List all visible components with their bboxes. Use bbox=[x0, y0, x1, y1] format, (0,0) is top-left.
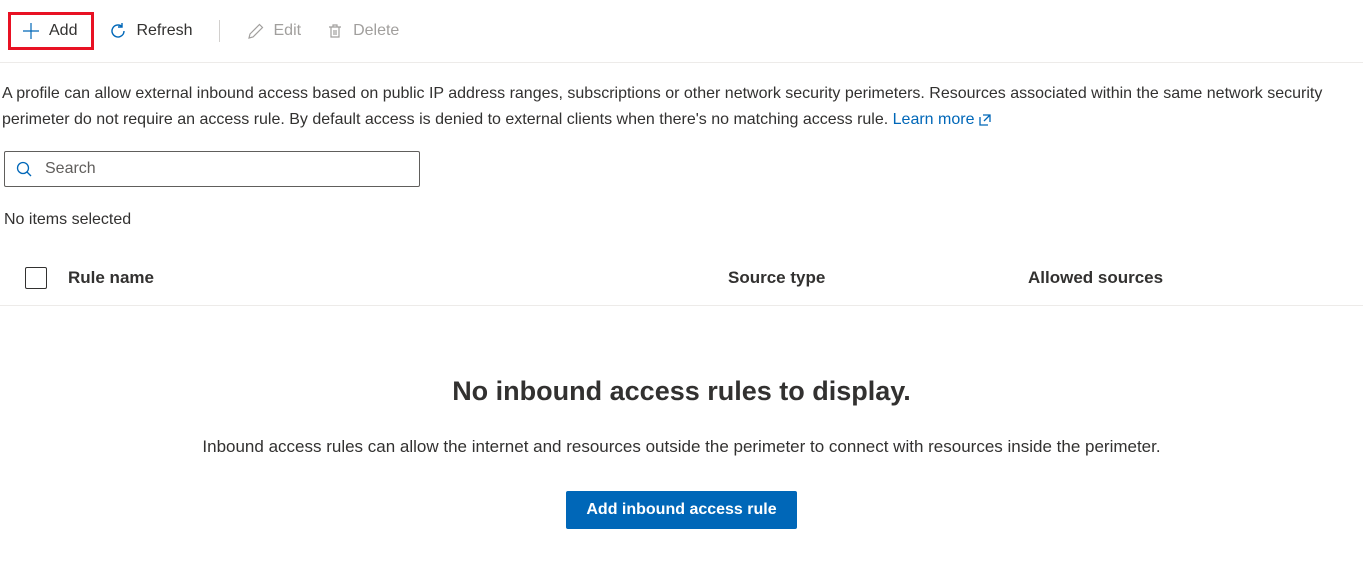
add-button[interactable]: Add bbox=[11, 15, 87, 47]
empty-state: No inbound access rules to display. Inbo… bbox=[0, 306, 1363, 549]
description-text: A profile can allow external inbound acc… bbox=[0, 63, 1363, 133]
refresh-button[interactable]: Refresh bbox=[98, 15, 202, 47]
refresh-icon bbox=[108, 21, 128, 41]
external-link-icon bbox=[978, 113, 992, 127]
selection-status: No items selected bbox=[0, 187, 1363, 229]
select-all-checkbox[interactable] bbox=[25, 267, 47, 289]
delete-label: Delete bbox=[353, 22, 399, 40]
column-source-type[interactable]: Source type bbox=[728, 268, 1028, 288]
rules-table: Rule name Source type Allowed sources No… bbox=[0, 257, 1363, 549]
search-input[interactable] bbox=[45, 160, 409, 178]
refresh-label: Refresh bbox=[136, 22, 192, 40]
delete-button[interactable]: Delete bbox=[315, 15, 409, 47]
learn-more-label: Learn more bbox=[893, 107, 975, 133]
select-all-cell bbox=[4, 267, 68, 289]
search-container bbox=[0, 133, 1363, 187]
search-box[interactable] bbox=[4, 151, 420, 187]
toolbar: Add Refresh Edit Delete bbox=[0, 0, 1363, 63]
column-rule-name[interactable]: Rule name bbox=[68, 268, 728, 288]
edit-label: Edit bbox=[274, 22, 302, 40]
empty-state-title: No inbound access rules to display. bbox=[20, 376, 1343, 407]
empty-state-subtitle: Inbound access rules can allow the inter… bbox=[20, 437, 1343, 457]
trash-icon bbox=[325, 21, 345, 41]
pencil-icon bbox=[246, 21, 266, 41]
column-allowed-sources[interactable]: Allowed sources bbox=[1028, 268, 1359, 288]
learn-more-link[interactable]: Learn more bbox=[893, 107, 993, 133]
table-header-row: Rule name Source type Allowed sources bbox=[0, 257, 1363, 306]
plus-icon bbox=[21, 21, 41, 41]
add-highlight-box: Add bbox=[8, 12, 94, 50]
add-inbound-rule-button[interactable]: Add inbound access rule bbox=[566, 491, 796, 529]
add-label: Add bbox=[49, 22, 77, 40]
toolbar-separator bbox=[219, 20, 220, 42]
description-body: A profile can allow external inbound acc… bbox=[2, 85, 1322, 128]
search-icon bbox=[15, 160, 33, 178]
edit-button[interactable]: Edit bbox=[236, 15, 312, 47]
